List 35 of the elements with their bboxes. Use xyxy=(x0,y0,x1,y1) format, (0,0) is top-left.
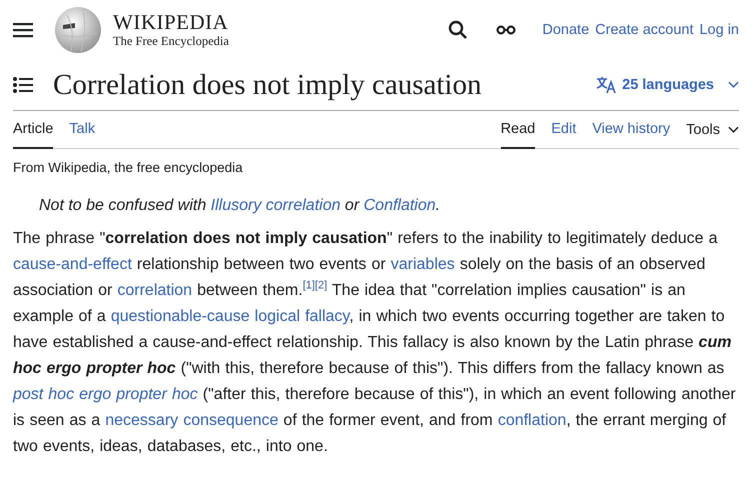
view-tab[interactable]: Edit xyxy=(551,121,576,149)
contents-icon[interactable] xyxy=(13,77,33,93)
view-tab[interactable]: Read xyxy=(500,121,536,149)
reference-link[interactable]: [2] xyxy=(314,280,328,292)
article-paragraph: The phrase "correlation does not imply causation" refers to the inability to legitimately deduce a cause-and-effect relationship between two events or variables solely on the basis of an observed association or correlation between them.$^{[1]}$$^{[2]}$ The idea that "correlation implies causation" is an example of a questionable-cause logical fallacy, in which two events occurring together are taken to have established a cause-and-effect relationship. This fallacy is also known by the Latin phrase cum hoc ergo propter hoc ("with this, therefore because of this"). This differs from the fallacy known as post hoc ergo propter hoc ("after this, therefore because of this"), in which an event following another is seen as a necessary consequence of the former event, and from conflation, the errant merging of two events, ideas, databases, etc., into one. xyxy=(13,229,737,457)
page-title: Correlation does not imply causation xyxy=(53,68,482,102)
reading-glasses-icon[interactable] xyxy=(496,25,516,35)
view-tab[interactable]: View history xyxy=(592,121,670,149)
article-link[interactable]: variables xyxy=(390,256,455,273)
header-link[interactable]: Log in xyxy=(699,22,739,38)
search-icon[interactable] xyxy=(448,20,468,40)
page-tab[interactable]: Article xyxy=(13,121,54,149)
wikipedia-wordmark[interactable]: WIKIPEDIA xyxy=(113,12,229,34)
article-link[interactable]: conflation xyxy=(498,412,566,429)
header-link[interactable]: Create account xyxy=(595,22,694,38)
hatnote: Not to be confused with Illusory correlation or Conflation. xyxy=(39,196,442,216)
logo-tagline: The Free Encyclopedia xyxy=(113,35,229,48)
reference-link[interactable]: [1] xyxy=(302,280,315,292)
article-link[interactable]: necessary consequence xyxy=(105,412,278,429)
article-link[interactable]: Conflation xyxy=(364,197,436,214)
chevron-down-icon xyxy=(728,126,739,134)
article-link[interactable]: Illusory correlation xyxy=(210,197,340,214)
article-link[interactable]: correlation xyxy=(117,282,192,299)
article-link[interactable]: questionable-cause logical fallacy xyxy=(110,308,350,325)
header-link[interactable]: Donate xyxy=(542,22,590,38)
translate-icon xyxy=(596,75,616,95)
article-link[interactable]: post hoc ergo propter hoc xyxy=(13,386,198,403)
page-tab[interactable]: Talk xyxy=(69,121,96,149)
site-tagline: From Wikipedia, the free encyclopedia xyxy=(13,160,244,175)
languages-button[interactable]: 25 languages xyxy=(596,75,739,95)
chevron-down-icon xyxy=(728,81,739,89)
article-link[interactable]: cause-and-effect xyxy=(13,256,132,273)
globe-icon[interactable] xyxy=(53,5,103,55)
tools-menu[interactable]: Tools xyxy=(686,122,739,148)
menu-icon[interactable] xyxy=(13,22,33,38)
